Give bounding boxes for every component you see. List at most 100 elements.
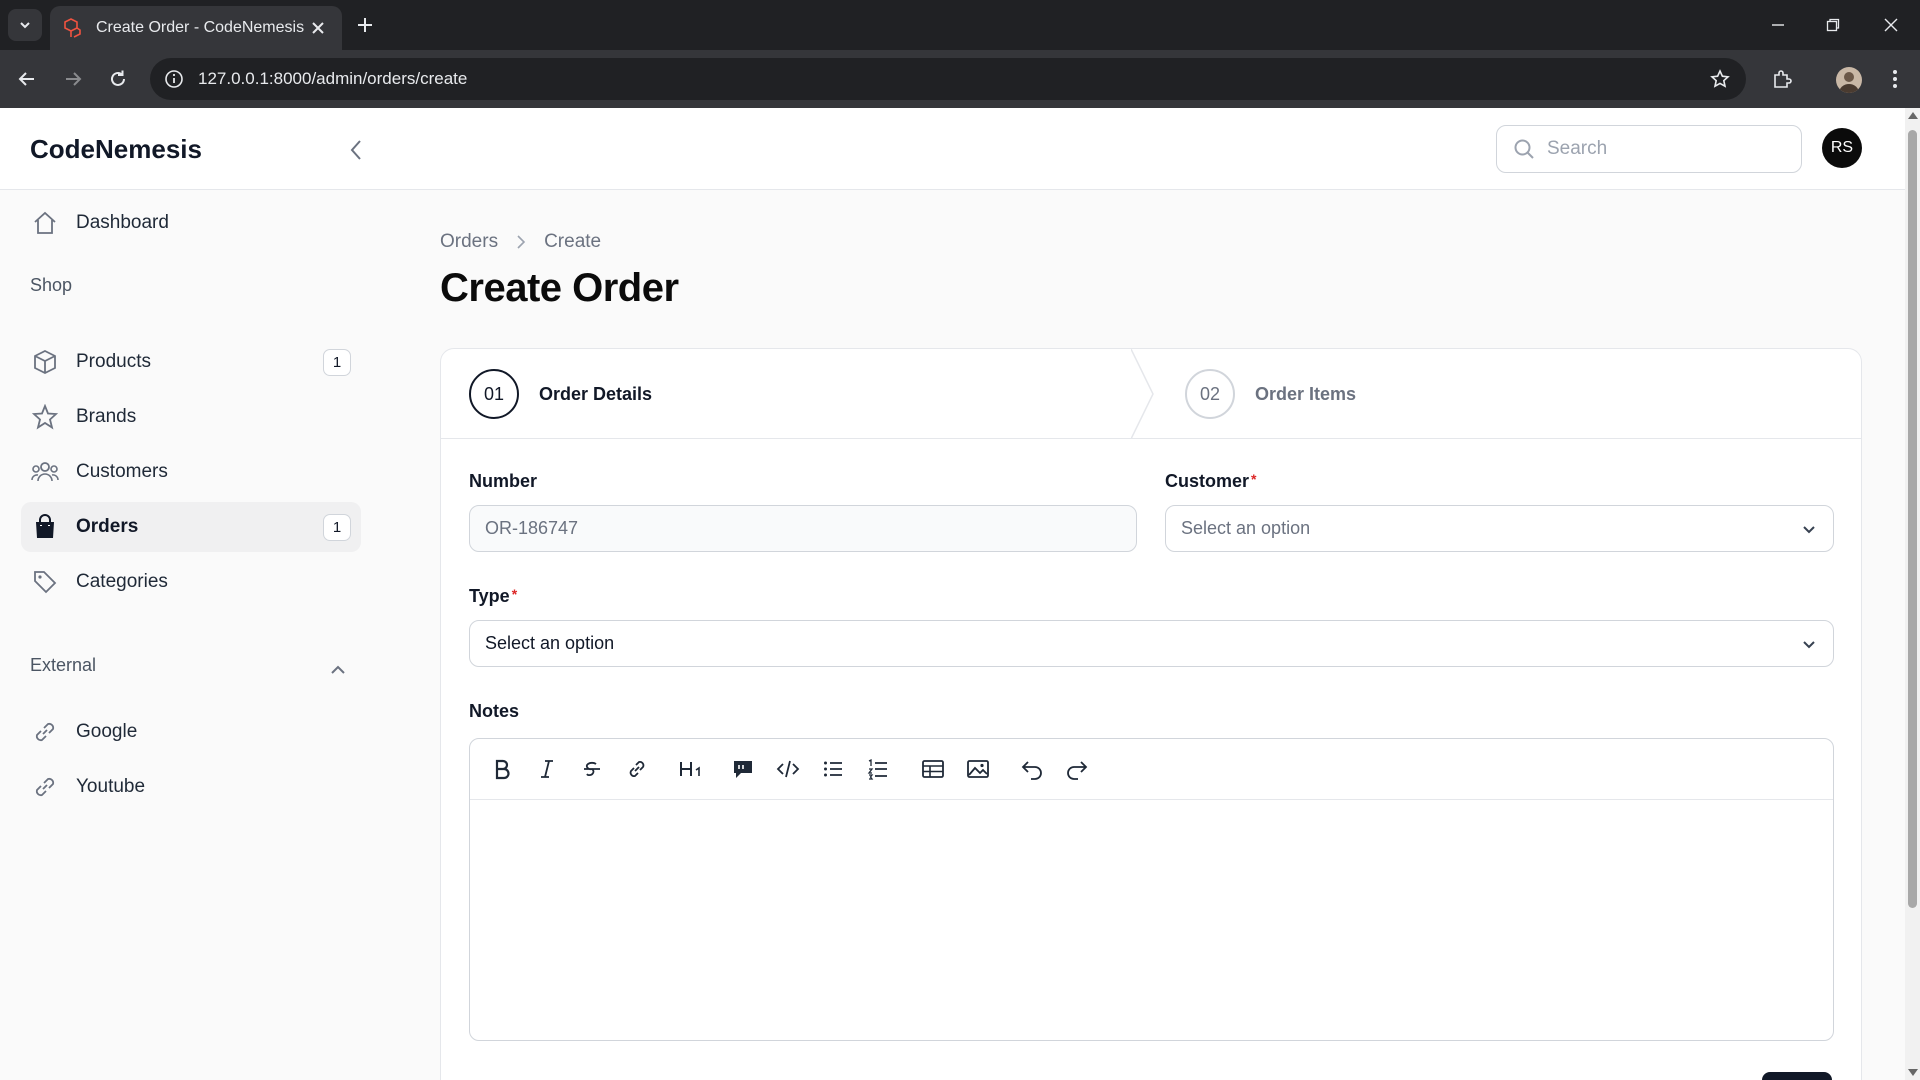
app: CodeNemesis Search RS Dashboard Shop Pro… [0, 108, 1905, 1080]
type-select-value: Select an option [485, 633, 615, 653]
undo-icon [1021, 761, 1042, 780]
customer-select-placeholder: Select an option [1181, 518, 1311, 538]
wizard-step-order-details[interactable]: 01 Order Details [469, 369, 652, 419]
table-button[interactable] [919, 755, 947, 783]
link-icon [31, 718, 59, 746]
code-block-button[interactable] [774, 755, 802, 783]
scroll-thumb[interactable] [1908, 130, 1917, 908]
table-icon [922, 760, 944, 778]
sidebar-item-label: Youtube [76, 776, 146, 797]
image-icon [967, 760, 989, 778]
chrome-menu-button[interactable] [1880, 64, 1910, 94]
close-tab-icon[interactable] [308, 18, 328, 38]
sidebar-item-brands[interactable]: Brands [21, 392, 361, 442]
tab-title: Create Order - CodeNemesis [96, 19, 305, 36]
browser-profile-avatar[interactable] [1836, 67, 1862, 93]
breadcrumb-current: Create [544, 231, 602, 252]
scroll-up-arrow[interactable] [1908, 112, 1918, 119]
reload-button[interactable] [103, 64, 133, 94]
redo-button[interactable] [1063, 755, 1091, 783]
chevron-down-icon [1803, 641, 1815, 649]
chevron-up-icon[interactable] [328, 660, 348, 680]
browser-tab[interactable]: Create Order - CodeNemesis [50, 6, 342, 50]
type-select[interactable]: Select an option [469, 620, 1834, 667]
scroll-down-arrow[interactable] [1908, 1069, 1918, 1076]
customer-select[interactable]: Select an option [1165, 505, 1834, 552]
minimize-icon [1772, 24, 1784, 26]
sidebar-item-label: Products [76, 351, 151, 372]
sidebar-item-google[interactable]: Google [21, 707, 361, 757]
wizard-steps: 01 Order Details 02 Order Items [441, 349, 1861, 439]
bookmark-star-icon[interactable] [1710, 69, 1730, 89]
breadcrumb-orders-link[interactable]: Orders [440, 231, 498, 253]
bullet-list-button[interactable] [819, 755, 847, 783]
chevron-down-icon [20, 22, 30, 29]
bold-button[interactable] [488, 755, 516, 783]
plus-icon [358, 18, 372, 32]
arrow-left-icon [18, 72, 34, 86]
restore-icon [1826, 18, 1840, 32]
brand-logo[interactable]: CodeNemesis [30, 134, 202, 165]
sidebar-group-external[interactable]: External [30, 655, 96, 676]
sidebar-item-dashboard[interactable]: Dashboard [21, 198, 361, 248]
home-icon [31, 209, 59, 237]
collapse-sidebar-button[interactable] [342, 136, 370, 164]
sidebar-item-products[interactable]: Products 1 [21, 337, 361, 387]
link-icon [31, 773, 59, 801]
strikethrough-icon [584, 761, 600, 776]
sidebar-item-label: Dashboard [76, 212, 169, 233]
step-divider [1131, 349, 1154, 439]
step-label: Order Items [1255, 383, 1357, 404]
chevron-down-icon [1803, 526, 1815, 534]
sidebar-item-label: Categories [76, 571, 168, 592]
puzzle-icon [1774, 70, 1792, 88]
bullet-list-icon [824, 761, 842, 777]
type-label-text: Type [469, 586, 510, 606]
blockquote-button[interactable] [729, 755, 757, 783]
next-step-button[interactable] [1762, 1072, 1832, 1080]
global-search-input[interactable]: Search [1496, 125, 1802, 173]
forward-button[interactable] [58, 64, 88, 94]
italic-icon [541, 760, 553, 778]
close-icon [1884, 18, 1898, 32]
minimize-button[interactable] [1751, 0, 1805, 50]
sidebar-item-categories[interactable]: Categories [21, 557, 361, 607]
bold-icon [495, 759, 510, 780]
step-number: 01 [469, 369, 519, 419]
heading-button[interactable] [675, 755, 709, 783]
search-icon [1514, 139, 1534, 159]
extensions-button[interactable] [1767, 64, 1797, 94]
sidebar-item-youtube[interactable]: Youtube [21, 762, 361, 812]
image-button[interactable] [964, 755, 992, 783]
link-button[interactable] [623, 755, 651, 783]
user-avatar[interactable]: RS [1822, 128, 1862, 168]
sidebar-group-shop: Shop [30, 275, 73, 295]
new-tab-button[interactable] [352, 12, 378, 38]
number-field: OR-186747 [469, 505, 1137, 552]
page-scrollbar[interactable] [1905, 108, 1920, 1080]
tag-icon [31, 568, 59, 596]
site-info-icon[interactable] [164, 69, 184, 89]
browser-toolbar: 127.0.0.1:8000/admin/orders/create [0, 50, 1920, 108]
reload-icon [111, 70, 125, 86]
strikethrough-button[interactable] [578, 755, 606, 783]
italic-button[interactable] [533, 755, 561, 783]
wizard-step-order-items[interactable]: 02 Order Items [1185, 369, 1356, 419]
heading-icon [680, 762, 700, 776]
address-bar[interactable]: 127.0.0.1:8000/admin/orders/create [150, 58, 1746, 100]
sidebar-item-orders[interactable]: Orders 1 [21, 502, 361, 552]
chevron-left-icon [350, 140, 361, 160]
undo-button[interactable] [1018, 755, 1046, 783]
cube-icon [31, 348, 59, 376]
sidebar-item-customers[interactable]: Customers [21, 447, 361, 497]
sidebar-item-label: Customers [76, 461, 168, 482]
redo-icon [1067, 761, 1088, 780]
restore-button[interactable] [1806, 0, 1860, 50]
ordered-list-button[interactable] [864, 755, 892, 783]
close-window-button[interactable] [1864, 0, 1918, 50]
notes-label: Notes [469, 701, 519, 722]
back-button[interactable] [12, 64, 42, 94]
tab-search-button[interactable] [8, 9, 42, 41]
number-label-text: Number [469, 471, 538, 491]
notes-editor-content[interactable] [470, 800, 1833, 1040]
